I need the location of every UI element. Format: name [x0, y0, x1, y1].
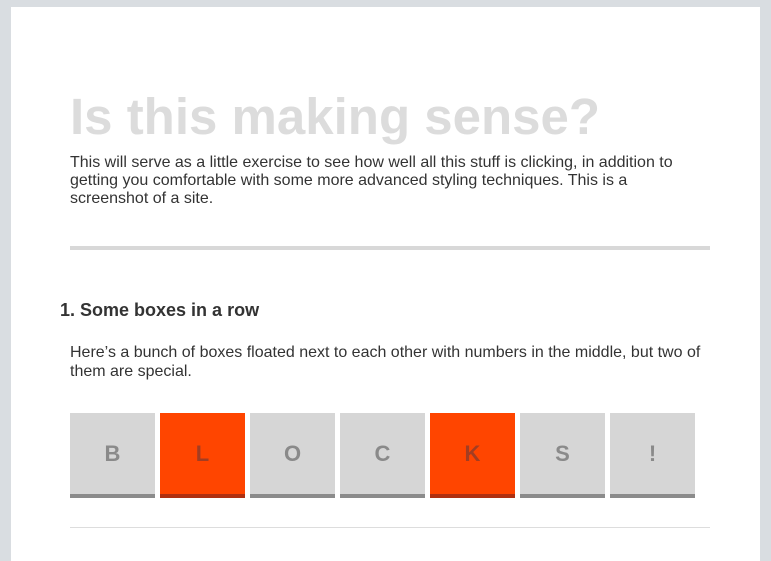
bottom-divider [70, 527, 710, 528]
box: C [340, 413, 425, 498]
section-heading: 1. Some boxes in a row [60, 300, 260, 320]
box: O [250, 413, 335, 498]
box: B [70, 413, 155, 498]
box: L [160, 413, 245, 498]
box: ! [610, 413, 695, 498]
section-description: Here’s a bunch of boxes floated next to … [70, 344, 701, 380]
page-title: Is this making sense? [70, 88, 601, 145]
boxes-row: B L O C K S ! [70, 413, 710, 498]
intro-paragraph: This will serve as a little exercise to … [70, 154, 673, 207]
section-divider [70, 246, 710, 250]
page-container: Is this making sense? This will serve as… [11, 7, 760, 561]
box: S [520, 413, 605, 498]
box: K [430, 413, 515, 498]
